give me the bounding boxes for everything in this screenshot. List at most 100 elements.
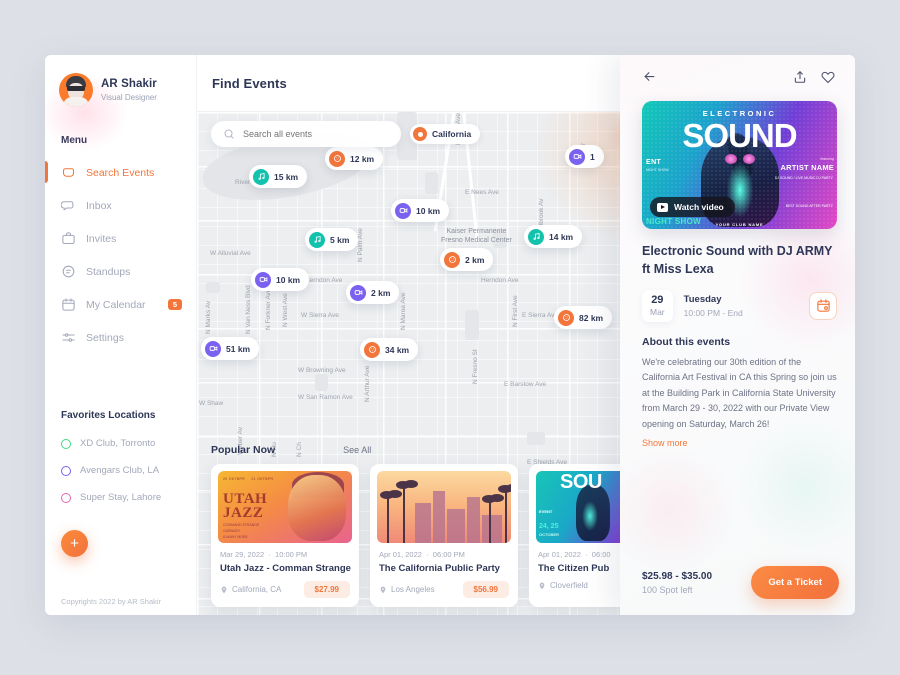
location-filter-chip[interactable]: California bbox=[410, 124, 481, 144]
map-pin-distance: 15 km bbox=[274, 171, 299, 182]
location-pin-icon bbox=[380, 586, 386, 593]
map-pin-distance: 34 km bbox=[385, 344, 410, 355]
poster-left-tag: ENT bbox=[646, 159, 662, 166]
favorite-location-item[interactable]: Avengars Club, LA bbox=[45, 457, 196, 484]
event-poster[interactable]: ELECTRONIC SOUND ENT NIGHT SHOW featurin… bbox=[642, 101, 837, 229]
poi-line-1: Kaiser Permanente bbox=[446, 228, 507, 235]
sidebar-item-inbox[interactable]: Inbox bbox=[45, 189, 196, 222]
watch-video-button[interactable]: Watch video bbox=[650, 197, 735, 217]
map-pin[interactable]: 10 km bbox=[251, 268, 310, 291]
map-pin[interactable]: 34 km bbox=[360, 338, 419, 361]
map-road-label: N Van Ness Blvd bbox=[245, 285, 252, 334]
date-box: 29 Mar bbox=[642, 289, 673, 322]
music-pin-icon bbox=[309, 231, 325, 248]
map-road-label: W Shaw bbox=[199, 400, 224, 407]
favorite-location-label: Super Stay, Lahore bbox=[80, 492, 162, 503]
map-pin[interactable]: 82 km bbox=[554, 306, 613, 329]
detail-toolbar bbox=[620, 55, 855, 89]
map-pin[interactable]: 15 km bbox=[249, 165, 308, 188]
event-card[interactable]: 20 OKTBPR 21 OKTBPR UTAH JAZZ COMMAND STR… bbox=[211, 464, 359, 607]
event-card-location: Los Angeles bbox=[379, 585, 435, 594]
sidebar-item-my calendar[interactable]: My Calendar 5 bbox=[45, 288, 196, 321]
event-day: 29 bbox=[651, 293, 664, 306]
heart-icon[interactable] bbox=[821, 70, 835, 89]
sidebar-item-label: Standups bbox=[86, 265, 131, 278]
search-box[interactable] bbox=[211, 121, 401, 147]
popular-now-title: Popular Now bbox=[211, 444, 276, 456]
spots-left: 100 Spot left bbox=[642, 584, 693, 595]
search-icon bbox=[224, 129, 234, 139]
map-road-label: W Browning Ave bbox=[298, 367, 346, 374]
map-road-label: Herndon Ave bbox=[481, 277, 519, 284]
event-card-list: 20 OKTBPR 21 OKTBPR UTAH JAZZ COMMAND STR… bbox=[211, 464, 677, 607]
map-pin[interactable]: 1 bbox=[565, 145, 604, 168]
music-pin-icon bbox=[528, 228, 544, 245]
add-to-calendar-icon[interactable] bbox=[809, 291, 837, 320]
search-events-icon bbox=[61, 165, 76, 180]
copyright-text: Copyrights 2022 by AR Shakir bbox=[61, 597, 162, 606]
map-pin[interactable]: 5 km bbox=[305, 228, 359, 251]
event-card-location: Cloverfield bbox=[538, 581, 588, 590]
event-card-price: $56.99 bbox=[462, 581, 509, 598]
event-card-time: 06:00 PM bbox=[432, 550, 465, 559]
calendar-icon bbox=[61, 297, 76, 312]
location-pin-icon bbox=[413, 127, 427, 141]
add-location-button[interactable]: + bbox=[61, 530, 88, 557]
poster-artist-script: featuring bbox=[820, 157, 834, 161]
search-input[interactable] bbox=[243, 129, 331, 139]
map-pin[interactable]: 2 km bbox=[346, 281, 400, 304]
favorite-location-item[interactable]: Super Stay, Lahore bbox=[45, 484, 196, 511]
video-pin-icon bbox=[350, 284, 366, 301]
show-more-link[interactable]: Show more bbox=[642, 438, 855, 448]
sidebar-item-search events[interactable]: Search Events bbox=[45, 156, 196, 189]
event-card-image bbox=[377, 471, 511, 543]
sidebar-item-standups[interactable]: Standups bbox=[45, 255, 196, 288]
invites-icon bbox=[61, 231, 76, 246]
map-pin-distance: 10 km bbox=[416, 205, 441, 216]
event-card-location-label: California, CA bbox=[232, 585, 282, 594]
map-pin[interactable]: 10 km bbox=[391, 199, 450, 222]
about-body: We're celebrating our 30th edition of th… bbox=[642, 356, 837, 429]
sidebar-item-invites[interactable]: Invites bbox=[45, 222, 196, 255]
get-ticket-button[interactable]: Get a Ticket bbox=[751, 566, 839, 599]
event-time: 10:00 PM - End bbox=[683, 307, 743, 318]
video-pin-icon bbox=[205, 340, 221, 357]
profile-role: Visual Designer bbox=[101, 92, 157, 102]
avatar bbox=[59, 73, 93, 107]
map-pin-distance: 82 km bbox=[579, 312, 604, 323]
map-search-row: California bbox=[211, 121, 481, 147]
see-all-link[interactable]: See All bbox=[343, 445, 371, 455]
video-pin-icon bbox=[395, 202, 411, 219]
video-pin-icon bbox=[255, 271, 271, 288]
favorite-location-item[interactable]: XD Club, Torronto bbox=[45, 430, 196, 457]
poster-artist: ARTIST NAME bbox=[780, 163, 834, 172]
event-card-date: Apr 01, 2022 bbox=[379, 550, 422, 559]
location-name: California bbox=[432, 129, 472, 139]
favorites-label: Favorites Locations bbox=[61, 410, 156, 421]
favorites-list: XD Club, Torronto Avengars Club, LA Supe… bbox=[45, 430, 196, 511]
profile-block[interactable]: AR Shakir Visual Designer bbox=[45, 55, 196, 107]
music-pin-icon bbox=[253, 168, 269, 185]
sidebar-item-settings[interactable]: Settings bbox=[45, 321, 196, 354]
event-card-price: $27.99 bbox=[303, 581, 350, 598]
map-pin-distance: 5 km bbox=[330, 234, 350, 245]
back-arrow-icon[interactable] bbox=[642, 69, 657, 89]
map-road-label: N Arthur Ave bbox=[364, 365, 371, 402]
sidebar-item-badge: 5 bbox=[167, 298, 182, 311]
event-card-location-label: Cloverfield bbox=[550, 581, 588, 590]
share-icon[interactable] bbox=[793, 70, 807, 89]
sidebar-item-label: Inbox bbox=[86, 199, 112, 212]
event-card[interactable]: Apr 01, 2022 · 06:00 PM The California P… bbox=[370, 464, 518, 607]
favorite-color-dot bbox=[61, 465, 71, 476]
event-month: Mar bbox=[650, 307, 665, 318]
event-card-date: Mar 29, 2022 bbox=[220, 550, 265, 559]
favorite-color-dot bbox=[61, 438, 71, 449]
map-road-label: N First Ave bbox=[512, 295, 519, 327]
event-card-date: Apr 01, 2022 bbox=[538, 550, 581, 559]
map-road-label: N West Ave bbox=[282, 293, 289, 327]
map-pin[interactable]: 14 km bbox=[524, 225, 583, 248]
map-pin[interactable]: 12 km bbox=[325, 147, 384, 170]
map-pin[interactable]: 2 km bbox=[440, 248, 494, 271]
event-detail-panel: ELECTRONIC SOUND ENT NIGHT SHOW featurin… bbox=[600, 55, 855, 615]
map-pin[interactable]: 51 km bbox=[201, 337, 260, 360]
